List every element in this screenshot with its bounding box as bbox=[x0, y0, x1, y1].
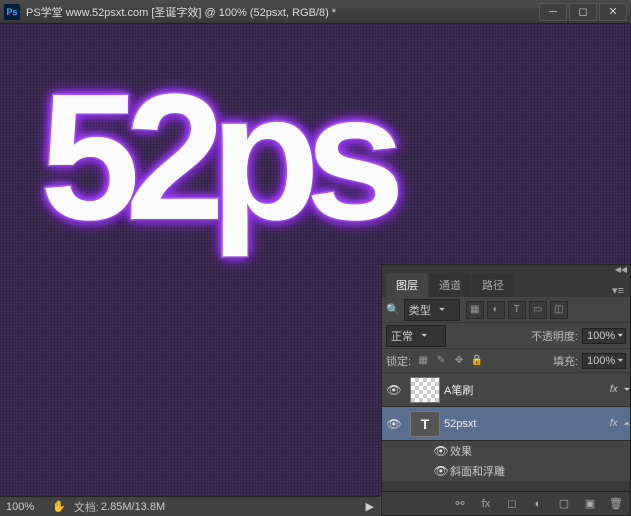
layer-mask-icon[interactable]: ◻ bbox=[504, 496, 520, 512]
filter-shape-icon[interactable]: ▭ bbox=[529, 301, 547, 319]
opacity-input[interactable]: 100%⏷ bbox=[582, 328, 626, 344]
tab-paths[interactable]: 路径 bbox=[472, 273, 514, 297]
lock-all-icon[interactable]: 🔒 bbox=[469, 353, 485, 369]
ps-logo: Ps bbox=[4, 4, 20, 20]
chevron-up-icon[interactable]: ⏶ bbox=[624, 419, 630, 429]
layer-row[interactable]: 👁 T 52psxt fx ⏶ bbox=[382, 407, 630, 441]
lock-label: 锁定: bbox=[386, 353, 411, 369]
layer-thumbnail[interactable]: T bbox=[410, 411, 440, 437]
canvas-text-52ps: 52ps bbox=[40, 54, 390, 261]
doc-size-value: 2.85M/13.8M bbox=[101, 501, 165, 513]
opacity-label: 不透明度: bbox=[531, 328, 578, 344]
fill-label: 填充: bbox=[553, 353, 578, 369]
filter-type-icon[interactable]: T bbox=[508, 301, 526, 319]
adjustment-layer-icon[interactable]: ◐ bbox=[530, 496, 546, 512]
group-icon[interactable]: ▢ bbox=[556, 496, 572, 512]
fx-badge[interactable]: fx bbox=[610, 384, 618, 395]
zoom-level[interactable]: 100% bbox=[6, 501, 34, 513]
visibility-toggle[interactable]: 👁 bbox=[432, 464, 450, 478]
doc-size-label: 文档: bbox=[74, 499, 99, 515]
filter-adjust-icon[interactable]: ◐ bbox=[487, 301, 505, 319]
layer-row[interactable]: 👁 A笔刷 fx ⏷ bbox=[382, 373, 630, 407]
filter-smart-icon[interactable]: ◫ bbox=[550, 301, 568, 319]
layer-thumbnail[interactable] bbox=[410, 377, 440, 403]
lock-transparency-icon[interactable]: ▦ bbox=[415, 353, 431, 369]
document-title: PS学堂 www.52psxt.com [圣诞字效] @ 100% (52psx… bbox=[26, 4, 539, 20]
layer-style-icon[interactable]: fx bbox=[478, 496, 494, 512]
visibility-toggle[interactable]: 👁 bbox=[382, 417, 406, 431]
minimize-button[interactable]: ─ bbox=[539, 3, 567, 21]
blend-mode-select[interactable]: 正常⏷ bbox=[386, 325, 446, 347]
layer-name[interactable]: 52psxt bbox=[444, 418, 610, 430]
visibility-toggle[interactable]: 👁 bbox=[382, 383, 406, 397]
effects-group[interactable]: 👁 效果 bbox=[382, 441, 630, 461]
fx-badge[interactable]: fx bbox=[610, 418, 618, 429]
close-button[interactable]: ✕ bbox=[599, 3, 627, 21]
lock-position-icon[interactable]: ✥ bbox=[451, 353, 467, 369]
tab-layers[interactable]: 图层 bbox=[386, 273, 428, 297]
chevron-down-icon[interactable]: ⏷ bbox=[624, 385, 630, 395]
layers-panel: ◀◀ 图层 通道 路径 ▾≡ 🔍 类型⏷ ▦ ◐ T ▭ ◫ 正常⏷ 不透明度:… bbox=[381, 264, 631, 516]
delete-layer-icon[interactable]: 🗑 bbox=[608, 496, 624, 512]
hand-tool-icon[interactable]: ✋ bbox=[52, 500, 66, 513]
tab-channels[interactable]: 通道 bbox=[429, 273, 471, 297]
filter-pixel-icon[interactable]: ▦ bbox=[466, 301, 484, 319]
new-layer-icon[interactable]: ▣ bbox=[582, 496, 598, 512]
fill-input[interactable]: 100%⏷ bbox=[582, 353, 626, 369]
effect-item[interactable]: 👁 斜面和浮雕 bbox=[382, 461, 630, 481]
layer-name[interactable]: A笔刷 bbox=[444, 382, 610, 398]
chevron-right-icon[interactable]: ▶ bbox=[366, 500, 374, 513]
filter-kind-select[interactable]: 类型⏷ bbox=[404, 299, 460, 321]
search-icon: 🔍 bbox=[386, 303, 400, 316]
maximize-button[interactable]: ◻ bbox=[569, 3, 597, 21]
visibility-toggle[interactable]: 👁 bbox=[432, 444, 450, 458]
lock-brush-icon[interactable]: ✎ bbox=[433, 353, 449, 369]
panel-menu-icon[interactable]: ▾≡ bbox=[606, 284, 630, 297]
link-layers-icon[interactable]: ⚯ bbox=[452, 496, 468, 512]
